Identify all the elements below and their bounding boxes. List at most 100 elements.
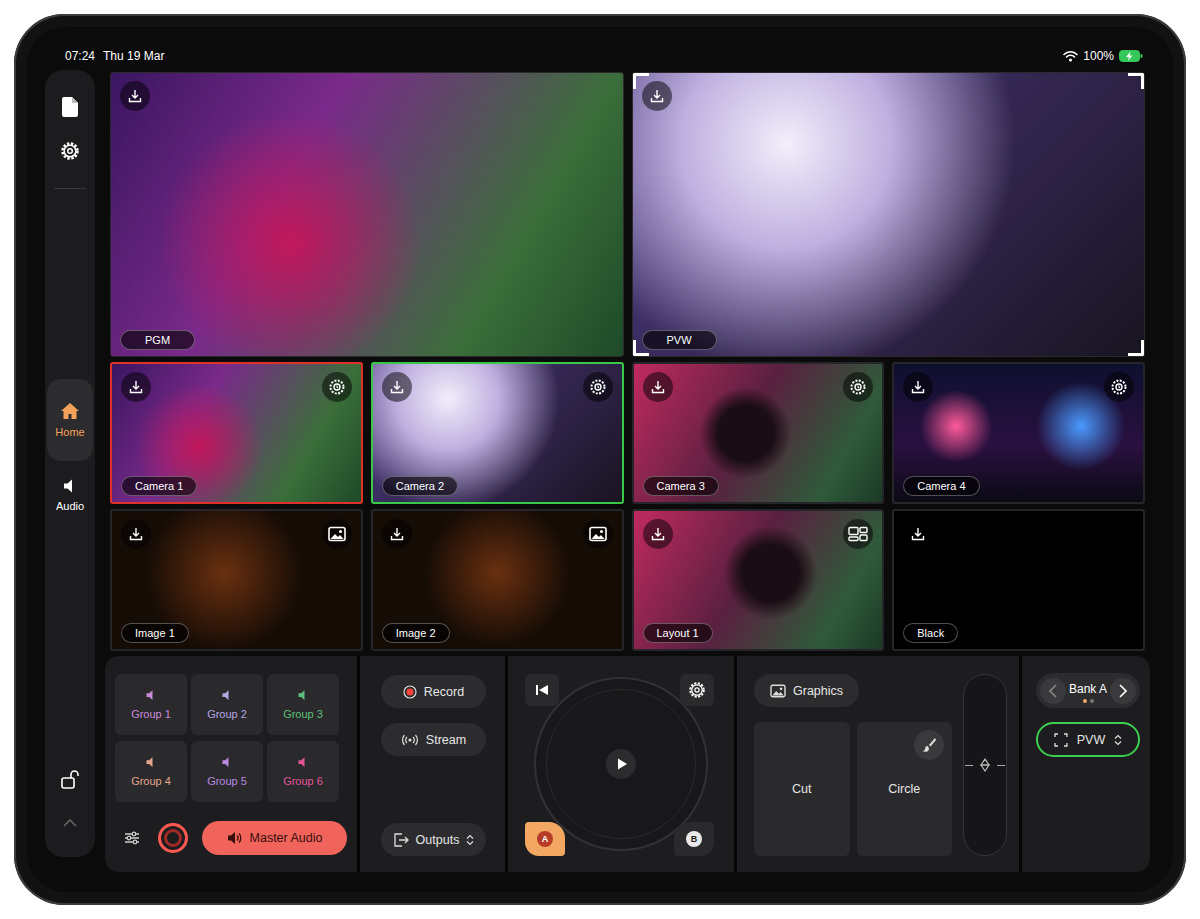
collapse-button[interactable] — [50, 803, 90, 843]
stream-label: Stream — [426, 733, 466, 747]
speaker-icon — [145, 689, 157, 701]
stream-button[interactable]: Stream — [381, 723, 486, 756]
import-button[interactable] — [642, 81, 672, 111]
next-bank-button[interactable] — [1110, 678, 1136, 704]
source-type-button[interactable] — [843, 519, 873, 549]
audio-group-label: Group 1 — [131, 708, 171, 720]
source-tile[interactable]: Camera 2 — [371, 362, 624, 504]
status-date: Thu 19 Mar — [103, 49, 164, 70]
audio-group-button[interactable]: Group 5 — [191, 741, 263, 802]
sidebar-item[interactable]: Home — [47, 379, 93, 461]
audio-group-button[interactable]: Group 3 — [267, 674, 339, 735]
import-button[interactable] — [382, 519, 412, 549]
transition-button[interactable]: Cut — [754, 722, 850, 856]
source-tile[interactable]: Camera 3 — [632, 362, 885, 504]
output-select[interactable]: PVW — [1036, 722, 1140, 757]
speaker-icon — [221, 689, 233, 701]
import-button[interactable] — [382, 372, 412, 402]
import-button[interactable] — [120, 81, 150, 111]
audio-group-label: Group 3 — [283, 708, 323, 720]
focus-corner — [1128, 340, 1144, 356]
import-button[interactable] — [121, 372, 151, 402]
audio-group-label: Group 6 — [283, 775, 323, 787]
skip-back-icon — [535, 684, 549, 696]
chevron-updown-icon — [466, 834, 474, 846]
gear-icon — [60, 141, 80, 161]
audio-group-label: Group 2 — [207, 708, 247, 720]
chevron-up-icon — [63, 819, 77, 827]
camera-settings-icon — [589, 378, 607, 396]
audio-group-button[interactable]: Group 2 — [191, 674, 263, 735]
download-icon — [649, 88, 665, 104]
source-tile[interactable]: Image 2 — [371, 509, 624, 651]
battery-percent: 100% — [1083, 49, 1114, 63]
audio-group-button[interactable]: Group 6 — [267, 741, 339, 802]
graphics-button[interactable]: Graphics — [754, 674, 859, 707]
skip-back-button[interactable] — [525, 674, 559, 706]
outputs-button[interactable]: Outputs — [381, 823, 486, 856]
transport-settings-button[interactable] — [680, 674, 714, 706]
t-bar-handle[interactable] — [963, 758, 1007, 772]
bank-page-dot[interactable] — [1090, 699, 1094, 703]
chevron-right-icon — [1119, 684, 1127, 698]
source-type-button[interactable] — [843, 372, 873, 402]
import-button[interactable] — [643, 372, 673, 402]
source-type-button[interactable] — [583, 372, 613, 402]
source-type-button[interactable] — [322, 372, 352, 402]
import-button[interactable] — [903, 372, 933, 402]
sidebar-item[interactable]: Audio — [47, 473, 93, 517]
transition-settings-button[interactable] — [914, 730, 944, 760]
mixer-button[interactable] — [120, 826, 144, 850]
source-tile[interactable]: Layout 1 — [632, 509, 885, 651]
bank-page-dot[interactable] — [1083, 699, 1087, 703]
bank-section: Bank APVW — [1022, 656, 1150, 872]
source-label: Camera 2 — [382, 476, 458, 496]
source-type-button[interactable] — [583, 519, 613, 549]
document-button[interactable] — [50, 87, 90, 127]
picture-icon — [328, 526, 346, 542]
monitor-label: PGM — [120, 330, 195, 350]
record-label: Record — [424, 685, 464, 699]
t-bar[interactable] — [963, 674, 1007, 856]
record-icon — [403, 685, 417, 699]
previous-bank-button[interactable] — [1040, 678, 1066, 704]
battery-icon — [1119, 50, 1143, 62]
transport-section: AB — [508, 656, 734, 872]
play-button[interactable] — [606, 749, 636, 779]
sidebar: Home Audio — [45, 70, 95, 857]
home-icon — [60, 402, 80, 420]
sidebar-item-label: Audio — [56, 500, 84, 512]
speaker-icon — [62, 478, 78, 494]
bus-button[interactable]: A — [525, 822, 565, 856]
multiview-grid: PGM PVW Camera 1 Camera 2 Camera 3Camera 4 Im… — [110, 72, 1145, 651]
import-button[interactable] — [643, 519, 673, 549]
source-type-button[interactable] — [1104, 372, 1134, 402]
download-icon — [127, 88, 143, 104]
record-button[interactable]: Record — [381, 675, 486, 708]
source-tile[interactable]: Camera 1 — [110, 362, 363, 504]
source-label: Layout 1 — [643, 623, 713, 643]
monitor-view[interactable]: PVW — [632, 72, 1146, 357]
ipad-frame: 07:24Thu 19 Mar100%HomeAudioPGMPVWCamera… — [14, 14, 1186, 905]
transition-label: Circle — [888, 782, 920, 796]
source-tile[interactable]: Camera 4 — [892, 362, 1145, 504]
lock-button[interactable] — [50, 759, 90, 799]
source-type-button[interactable] — [322, 519, 352, 549]
import-button[interactable] — [121, 519, 151, 549]
control-panel: Group 1 Group 2 Group 3 Group 4Group 5 Group… — [105, 656, 1150, 872]
audio-group-button[interactable]: Group 1 — [115, 674, 187, 735]
bus-button[interactable]: B — [674, 822, 714, 856]
source-tile[interactable]: Black — [892, 509, 1145, 651]
picture-icon — [589, 526, 607, 542]
source-tile[interactable]: Image 1 — [110, 509, 363, 651]
master-audio-button[interactable]: Master Audio — [202, 821, 347, 855]
transition-button[interactable]: Circle — [857, 722, 953, 856]
import-button[interactable] — [903, 519, 933, 549]
download-icon — [128, 379, 144, 395]
wifi-icon — [1063, 50, 1078, 62]
settings-button[interactable] — [50, 131, 90, 171]
monitor-view[interactable]: PGM — [110, 72, 624, 357]
source-label: Camera 1 — [121, 476, 197, 496]
output-section: Record Stream Outputs — [360, 656, 505, 872]
audio-group-button[interactable]: Group 4 — [115, 741, 187, 802]
